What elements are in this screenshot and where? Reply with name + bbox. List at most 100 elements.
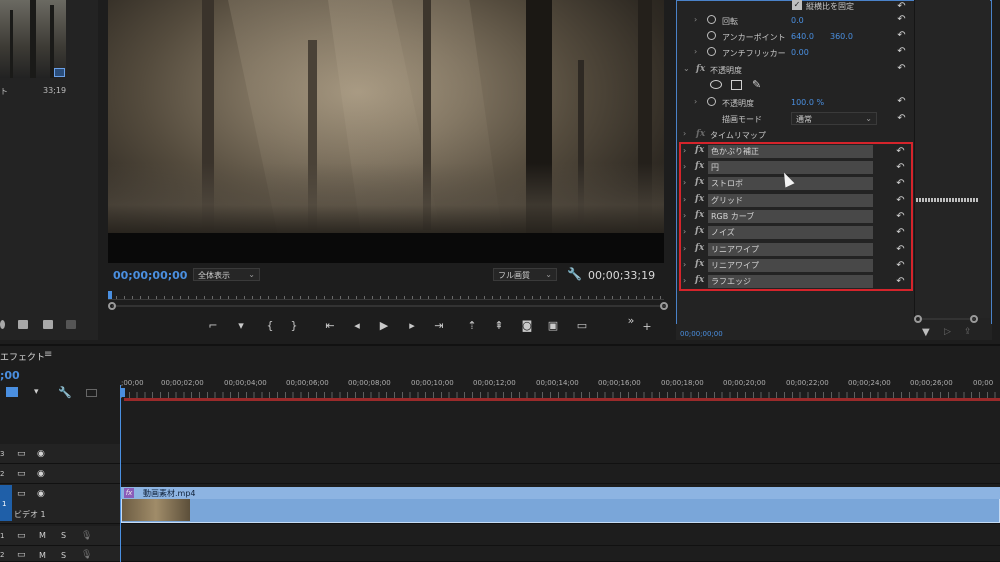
menu-icon[interactable]: ≡ — [44, 349, 52, 360]
track-a1[interactable] — [0, 526, 1000, 546]
ec-zoom-handle-right[interactable] — [970, 315, 978, 323]
wrench-icon[interactable]: 🔧 — [58, 386, 72, 399]
ellipse-mask-icon[interactable] — [710, 80, 722, 89]
film-icon[interactable]: ▭ — [17, 489, 26, 499]
new-item-icon[interactable] — [43, 320, 53, 329]
effect-controls-timeline[interactable] — [914, 0, 990, 318]
zoom-dropdown[interactable]: 全体表示 ⌄ — [193, 268, 260, 281]
microphone-icon[interactable]: 🎙 — [81, 531, 92, 541]
chevron-right-icon[interactable]: › — [694, 47, 697, 56]
ec-zoom-handle-left[interactable] — [914, 315, 922, 323]
solo-button[interactable]: S — [61, 551, 66, 560]
eye-icon[interactable]: ◉ — [37, 469, 45, 479]
clip-thumbnail[interactable] — [0, 0, 66, 78]
stopwatch-icon[interactable] — [707, 31, 716, 40]
extract-icon[interactable]: ⇞ — [491, 319, 507, 332]
camera-icon[interactable]: ◙ — [519, 319, 535, 332]
mark-in-bracket-icon[interactable]: { — [262, 319, 278, 332]
pen-icon[interactable]: ✎ — [752, 78, 761, 91]
chevron-right-icon[interactable]: › — [694, 15, 697, 24]
property-value[interactable]: 100.0 % — [791, 98, 824, 107]
stopwatch-icon[interactable] — [707, 15, 716, 24]
rectangle-mask-icon[interactable] — [731, 80, 742, 90]
export-icon[interactable]: ⇪ — [964, 327, 972, 337]
fx-icon[interactable]: fx — [696, 64, 705, 74]
add-marker-icon[interactable]: ▾ — [34, 387, 39, 397]
track-v2[interactable] — [0, 464, 1000, 484]
eye-icon[interactable]: ◉ — [37, 449, 45, 459]
safe-margins-icon[interactable]: ▭ — [574, 319, 590, 332]
property-value[interactable]: 0.00 — [791, 48, 809, 57]
trash-icon[interactable] — [66, 320, 76, 329]
go-to-in-icon[interactable]: ⇤ — [322, 319, 338, 332]
film-icon[interactable]: ▭ — [17, 531, 26, 541]
blend-mode-dropdown[interactable]: 通常 ⌄ — [791, 112, 877, 125]
comparison-view-icon[interactable]: ▣ — [545, 319, 561, 332]
play-audio-icon[interactable]: ▷ — [944, 327, 951, 337]
reset-icon[interactable]: ↶ — [896, 14, 907, 25]
mark-out-bracket-icon[interactable]: } — [286, 319, 302, 332]
snap-icon[interactable] — [6, 387, 18, 397]
effect-row-opacity[interactable]: ⌄ fx 不透明度 — [680, 62, 914, 78]
reset-icon[interactable]: ↶ — [896, 96, 907, 107]
more-controls-icon[interactable]: » — [623, 314, 639, 327]
timeline-timecode[interactable]: ;00 — [0, 369, 20, 382]
mute-button[interactable]: M — [39, 551, 46, 560]
chevron-down-icon[interactable]: ⌄ — [683, 64, 690, 73]
film-icon[interactable]: ▭ — [17, 449, 26, 459]
reset-icon[interactable]: ↶ — [896, 63, 907, 74]
solo-button[interactable]: S — [61, 531, 66, 540]
freeform-icon[interactable] — [0, 320, 5, 329]
property-row-opacity[interactable]: › 不透明度 100.0 % — [680, 95, 914, 111]
monitor-zoom-bar[interactable] — [112, 305, 668, 307]
property-value-x[interactable]: 640.0 — [791, 32, 814, 41]
film-icon[interactable]: ▭ — [17, 550, 26, 560]
play-icon[interactable]: ▶ — [376, 319, 392, 332]
timeline-tab[interactable]: エフェクト — [0, 350, 45, 363]
reset-icon[interactable]: ↶ — [896, 30, 907, 41]
eye-icon[interactable]: ◉ — [37, 489, 45, 499]
step-forward-icon[interactable]: ▸ — [404, 319, 420, 332]
filter-icon[interactable]: ▼ — [922, 327, 930, 338]
mute-button[interactable]: M — [39, 531, 46, 540]
ec-zoom-bar[interactable] — [919, 318, 975, 320]
work-area-bar[interactable] — [124, 398, 1000, 401]
effect-row-time-remap[interactable]: › fx タイムリマップ — [680, 127, 914, 143]
new-bin-icon[interactable] — [18, 320, 28, 329]
microphone-icon[interactable]: 🎙 — [81, 550, 92, 560]
captions-icon[interactable] — [86, 389, 97, 397]
reset-icon[interactable]: ↶ — [896, 46, 907, 57]
timeline-playhead[interactable] — [120, 388, 125, 397]
property-row-anchor[interactable]: アンカーポイント 640.0 360.0 — [680, 29, 914, 45]
reset-icon[interactable]: ↶ — [896, 113, 907, 124]
property-row-rotation[interactable]: › 回転 0.0 — [680, 13, 914, 29]
go-to-out-icon[interactable]: ⇥ — [431, 319, 447, 332]
mark-in-icon[interactable]: ⌐ — [205, 319, 221, 332]
track-a2[interactable] — [0, 546, 1000, 562]
film-icon[interactable]: ▭ — [17, 469, 26, 479]
lift-icon[interactable]: ⇡ — [464, 319, 480, 332]
current-timecode[interactable]: 00;00;00;00 — [113, 269, 187, 282]
reset-icon[interactable]: ↶ — [896, 1, 907, 12]
property-row-antiflicker[interactable]: › アンチフリッカー 0.00 — [680, 45, 914, 61]
zoom-handle-left[interactable] — [108, 302, 116, 310]
track-v3[interactable] — [0, 444, 1000, 464]
ruler-label: 00;00;20;00 — [723, 379, 766, 387]
checkbox[interactable]: ✓ — [792, 0, 802, 10]
stopwatch-icon[interactable] — [707, 47, 716, 56]
property-value[interactable]: 0.0 — [791, 16, 804, 25]
monitor-time-ruler[interactable] — [108, 292, 664, 300]
resolution-dropdown[interactable]: フル画質 ⌄ — [493, 268, 557, 281]
video-preview — [108, 0, 664, 263]
zoom-handle-right[interactable] — [660, 302, 668, 310]
monitor-playhead[interactable] — [108, 291, 112, 299]
stopwatch-icon[interactable] — [707, 97, 716, 106]
property-value-y[interactable]: 360.0 — [830, 32, 853, 41]
button-editor-icon[interactable]: + — [639, 320, 655, 333]
add-marker-icon[interactable]: ▾ — [233, 319, 249, 332]
chevron-right-icon[interactable]: › — [683, 129, 686, 138]
ec-timecode[interactable]: 00;00;00;00 — [680, 330, 723, 338]
wrench-icon[interactable]: 🔧 — [567, 267, 582, 281]
step-back-icon[interactable]: ◂ — [349, 319, 365, 332]
chevron-right-icon[interactable]: › — [694, 97, 697, 106]
